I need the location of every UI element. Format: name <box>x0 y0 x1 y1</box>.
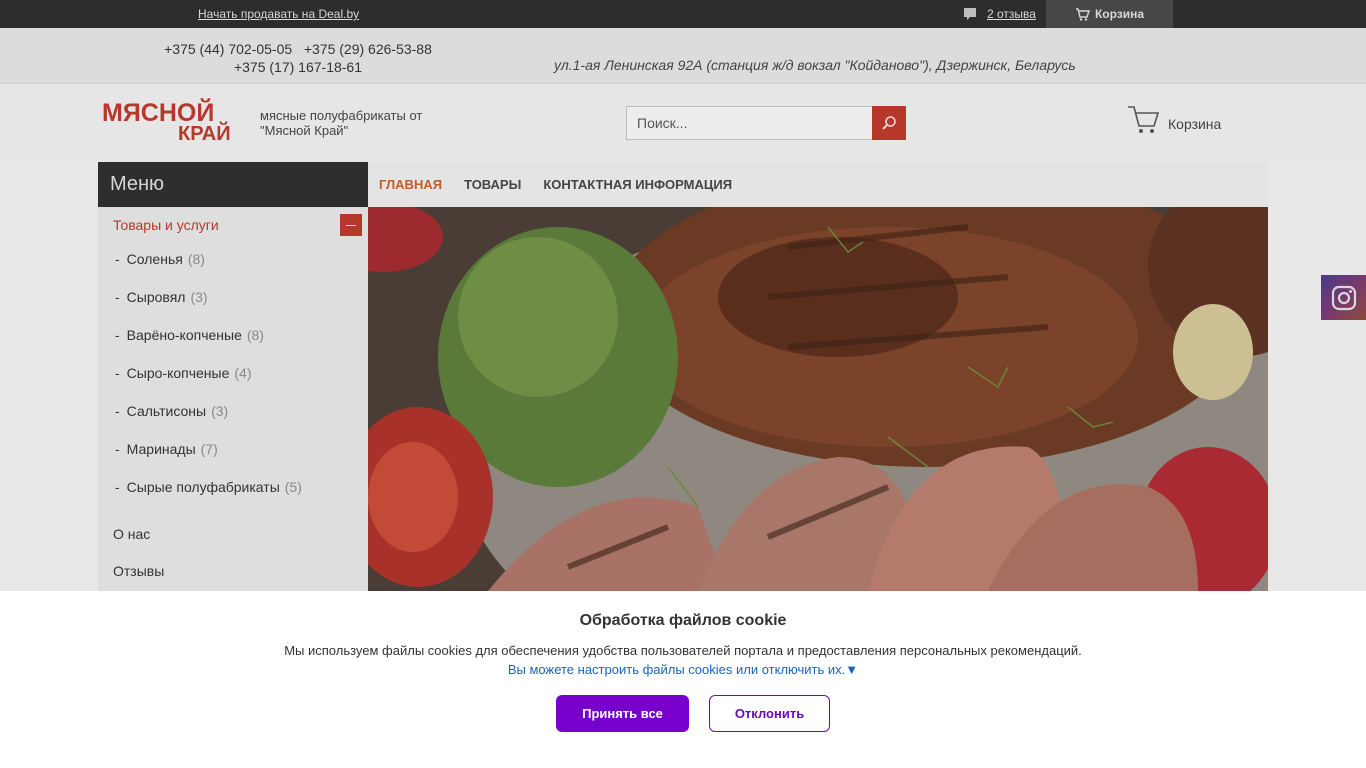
subitem-count: (8) <box>187 251 205 267</box>
sidebar-item-goods-and-services[interactable]: Товары и услуги <box>113 217 219 233</box>
logo[interactable]: МЯСНОЙ КРАЙ <box>102 99 231 145</box>
subitem-count: (3) <box>190 289 208 305</box>
subitem-count: (8) <box>246 327 264 343</box>
header-cart-label[interactable]: Корзина <box>1168 116 1221 132</box>
logo-line2: КРАЙ <box>178 123 231 145</box>
accept-all-button[interactable]: Принять все <box>556 695 689 732</box>
tab-home[interactable]: ГЛАВНАЯ <box>379 177 442 192</box>
sidebar-subitem[interactable]: - Сырые полуфабрикаты (5) <box>115 479 302 495</box>
header-cart[interactable]: Корзина <box>1126 104 1221 136</box>
address: ул.1-ая Ленинская 92А (станция ж/д вокза… <box>554 57 1076 73</box>
sidebar-subitem[interactable]: - Маринады (7) <box>115 441 218 457</box>
sidebar-menu: Меню Товары и услуги - Соленья (8) - Сыровя… <box>98 162 368 592</box>
tab-products[interactable]: ТОВАРЫ <box>464 177 521 192</box>
contacts-bar: +375 (44) 702-05-05 +375 (29) 626-53-88 … <box>0 28 1366 84</box>
collapse-toggle[interactable] <box>340 214 362 236</box>
subitem-count: (7) <box>200 441 218 457</box>
start-selling-link[interactable]: Начать продавать на Deal.by <box>198 7 359 21</box>
sidebar-subitem[interactable]: - Варёно-копченые (8) <box>115 327 264 343</box>
comment-icon <box>964 8 976 20</box>
main-nav: ГЛАВНАЯ ТОВАРЫ КОНТАКТНАЯ ИНФОРМАЦИЯ <box>368 162 1268 207</box>
cookie-banner: Обработка файлов cookie Мы используем фа… <box>0 591 1366 768</box>
cookie-settings-link[interactable]: Вы можете настроить файлы cookies или от… <box>0 662 1366 677</box>
cart-icon <box>1075 7 1090 21</box>
top-cart-label[interactable]: Корзина <box>1095 7 1144 21</box>
subitem-label[interactable]: Сырые полуфабрикаты <box>127 479 280 495</box>
top-cart-button[interactable]: Корзина <box>1046 0 1173 28</box>
header: МЯСНОЙ КРАЙ мясные полуфабрикаты от "Мяс… <box>0 85 1366 161</box>
subitem-label[interactable]: Маринады <box>127 441 196 457</box>
search-form <box>626 106 906 140</box>
cookie-title: Обработка файлов cookie <box>579 612 787 629</box>
subitem-label[interactable]: Сальтисоны <box>127 403 206 419</box>
search-icon <box>882 116 896 130</box>
subitem-label[interactable]: Сыровял <box>127 289 186 305</box>
subitem-label[interactable]: Соленья <box>127 251 183 267</box>
hero-banner-image[interactable] <box>368 207 1268 591</box>
phone-1[interactable]: +375 (44) 702-05-05 <box>164 41 292 57</box>
instagram-icon <box>1331 285 1356 310</box>
top-bar: Начать продавать на Deal.by 2 отзыва Кор… <box>0 0 1366 28</box>
subitem-count: (5) <box>284 479 302 495</box>
sidebar-subitem[interactable]: - Соленья (8) <box>115 251 205 267</box>
instagram-button[interactable] <box>1321 275 1366 320</box>
phone-3[interactable]: +375 (17) 167-18-61 <box>234 59 362 75</box>
decline-button[interactable]: Отклонить <box>709 695 830 732</box>
sidebar-subitem[interactable]: - Сыровял (3) <box>115 289 208 305</box>
subitem-label[interactable]: Сыро-копченые <box>127 365 230 381</box>
phone-2[interactable]: +375 (29) 626-53-88 <box>304 41 432 57</box>
tab-contacts[interactable]: КОНТАКТНАЯ ИНФОРМАЦИЯ <box>543 177 732 192</box>
subitem-label[interactable]: Варёно-копченые <box>127 327 242 343</box>
phones: +375 (44) 702-05-05 +375 (29) 626-53-88 … <box>163 40 433 76</box>
menu-title: Меню <box>98 162 368 207</box>
cart-icon <box>1128 106 1160 133</box>
search-input[interactable] <box>626 106 873 140</box>
sidebar-item-about[interactable]: О нас <box>113 526 150 542</box>
cookie-description: Мы используем файлы cookies для обеспече… <box>284 643 1082 658</box>
reviews-link[interactable]: 2 отзыва <box>963 6 1036 22</box>
sidebar-subitem[interactable]: - Сальтисоны (3) <box>115 403 228 419</box>
reviews-link-label[interactable]: 2 отзыва <box>987 7 1036 21</box>
sidebar-item-reviews[interactable]: Отзывы <box>113 563 164 579</box>
subitem-count: (3) <box>211 403 229 419</box>
grilled-meat-illustration <box>368 207 1268 591</box>
minus-icon <box>346 224 356 226</box>
subitem-count: (4) <box>234 365 252 381</box>
search-button[interactable] <box>872 106 906 140</box>
tagline: мясные полуфабрикаты от "Мясной Край" <box>260 108 423 138</box>
sidebar-subitem[interactable]: - Сыро-копченые (4) <box>115 365 252 381</box>
